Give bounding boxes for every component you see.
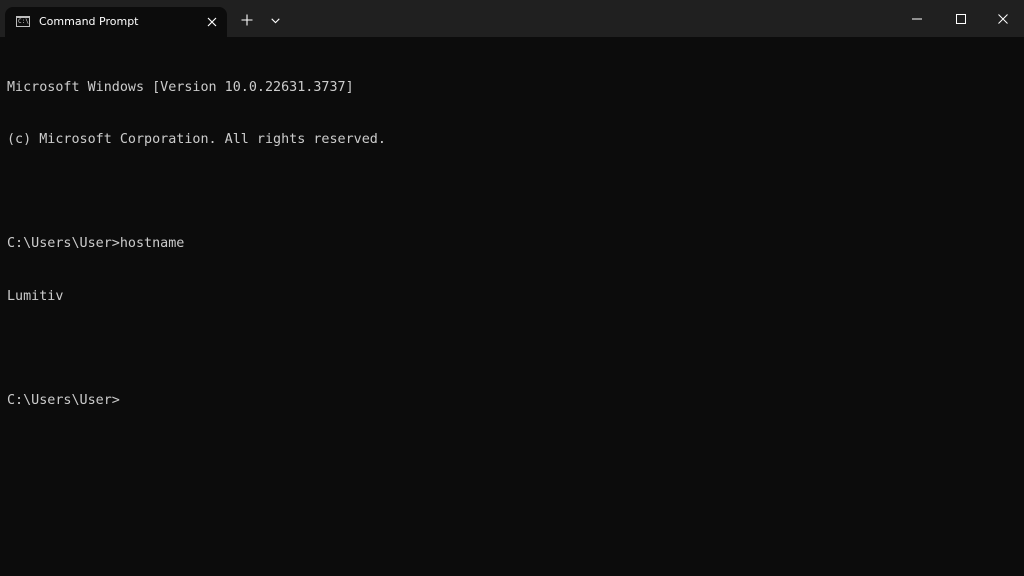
title-bar[interactable]: C:\_ Command Prompt (0, 0, 1024, 37)
new-tab-button[interactable] (237, 10, 257, 30)
minimize-button[interactable] (894, 0, 940, 37)
tab-dropdown-button[interactable] (266, 12, 284, 30)
tab-title: Command Prompt (39, 15, 139, 28)
console-line: Lumitiv (7, 288, 64, 304)
chevron-down-icon (270, 18, 280, 24)
console-prompt[interactable]: C:\Users\User> (7, 392, 1017, 409)
console-line: C:\Users\User>hostname (7, 236, 185, 252)
minimize-icon (912, 18, 922, 19)
console-line: (c) Microsoft Corporation. All rights re… (7, 132, 386, 148)
close-button[interactable] (980, 0, 1024, 37)
command-prompt-icon: C:\_ (16, 16, 30, 27)
terminal-window: C:\_ Command Prompt (0, 0, 1024, 576)
maximize-button[interactable] (938, 0, 984, 37)
tab-command-prompt[interactable]: C:\_ Command Prompt (5, 7, 227, 37)
console-output[interactable]: Microsoft Windows [Version 10.0.22631.37… (7, 44, 1017, 569)
maximize-icon (956, 13, 966, 24)
console-line: Microsoft Windows [Version 10.0.22631.37… (7, 79, 354, 95)
close-icon (998, 13, 1008, 24)
tab-close-button[interactable] (202, 12, 222, 32)
close-icon (207, 17, 217, 27)
plus-icon (241, 14, 253, 26)
